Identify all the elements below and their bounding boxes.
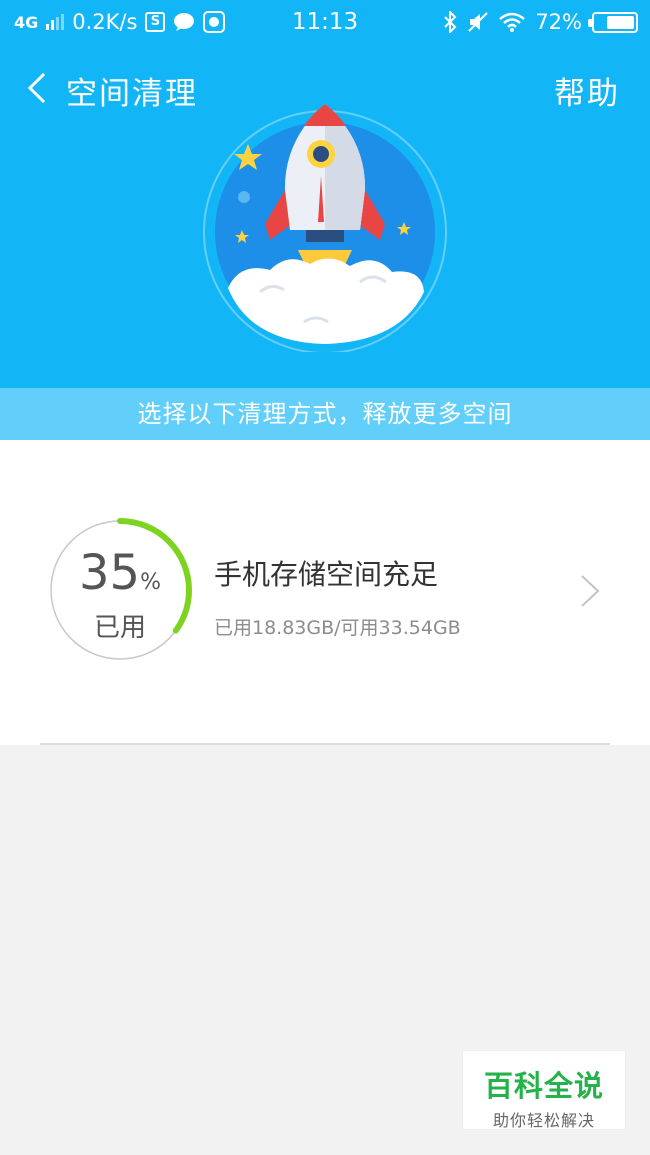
used-percent: 35 bbox=[79, 545, 141, 601]
storage-gauge: 35% 已用 bbox=[45, 515, 195, 665]
watermark-subtitle: 助你轻松解决 bbox=[492, 1111, 595, 1130]
battery-percent: 72% bbox=[535, 10, 582, 34]
storage-card: 35% 已用 手机存储空间充足 已用18.83GB/可用33.54GB bbox=[0, 440, 650, 745]
wifi-icon bbox=[499, 12, 526, 32]
storage-detail: 已用18.83GB/可用33.54GB bbox=[214, 617, 461, 639]
battery-icon bbox=[588, 11, 638, 33]
rocket-illustration bbox=[203, 104, 447, 352]
watermark-badge: 百科全说 助你轻松解决 bbox=[462, 1050, 626, 1130]
mute-icon bbox=[468, 12, 489, 32]
chevron-right-icon bbox=[581, 575, 600, 607]
divider bbox=[40, 743, 610, 745]
header-area: 4G 0.2K/s S 11:13 72% 空间清理 帮助 bbox=[0, 0, 650, 388]
help-button[interactable]: 帮助 bbox=[554, 68, 620, 113]
storage-row[interactable]: 35% 已用 手机存储空间充足 已用18.83GB/可用33.54GB bbox=[0, 515, 650, 665]
bluetooth-icon bbox=[444, 11, 457, 33]
back-icon[interactable] bbox=[20, 68, 56, 108]
percent-unit: % bbox=[140, 570, 161, 595]
watermark-title: 百科全说 bbox=[483, 1069, 604, 1103]
used-label: 已用 bbox=[93, 613, 146, 643]
page-title: 空间清理 bbox=[66, 76, 198, 112]
clean-hint-banner: 选择以下清理方式，释放更多空间 bbox=[0, 388, 650, 440]
storage-status-title: 手机存储空间充足 bbox=[214, 558, 439, 591]
status-bar: 4G 0.2K/s S 11:13 72% bbox=[0, 0, 650, 44]
